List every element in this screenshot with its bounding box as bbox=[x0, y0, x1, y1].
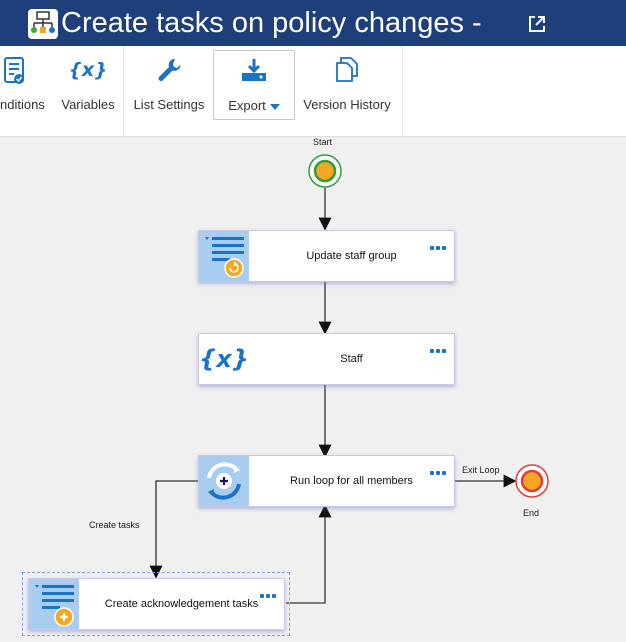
svg-text:{x}: {x} bbox=[71, 59, 105, 81]
node-label: Staff bbox=[340, 353, 363, 365]
version-history-button[interactable]: Version History bbox=[297, 46, 397, 136]
conditions-icon bbox=[4, 57, 24, 84]
ribbon-label-version-history: Version History bbox=[303, 97, 391, 112]
ribbon-label-conditions: nditions bbox=[0, 97, 45, 112]
workflow-node-run-loop[interactable]: Run loop for all members bbox=[198, 455, 455, 507]
workflow-node-staff[interactable]: {x} Staff bbox=[198, 333, 455, 385]
workflow-node-create-acknowledgement-tasks[interactable]: Create acknowledgement tasks bbox=[28, 578, 285, 630]
list-settings-button[interactable]: List Settings bbox=[127, 46, 211, 136]
flow-connectors bbox=[149, 154, 549, 604]
ribbon-label-variables: Variables bbox=[61, 97, 115, 112]
svg-text:{x}: {x} bbox=[199, 345, 249, 373]
workflow-icon bbox=[28, 9, 58, 39]
copy-pages-icon bbox=[336, 57, 358, 82]
more-options-icon[interactable] bbox=[430, 462, 448, 475]
download-icon bbox=[242, 59, 266, 81]
list-add-icon bbox=[29, 579, 79, 629]
ribbon-label-list-settings: List Settings bbox=[133, 97, 205, 112]
ribbon-separator bbox=[123, 46, 124, 136]
wrench-icon bbox=[158, 58, 181, 81]
variables-icon: {x} bbox=[199, 334, 249, 384]
ribbon-toolbar: nditions {x} Variables List Settings Exp… bbox=[0, 46, 626, 137]
end-label: End bbox=[523, 508, 540, 518]
more-options-icon[interactable] bbox=[430, 237, 448, 250]
export-button[interactable]: Export bbox=[213, 50, 295, 120]
popout-icon[interactable] bbox=[527, 14, 547, 34]
node-label: Run loop for all members bbox=[290, 475, 413, 487]
ribbon-separator bbox=[402, 46, 403, 136]
conditions-button[interactable]: nditions bbox=[0, 46, 50, 136]
create-tasks-label: Create tasks bbox=[89, 520, 140, 530]
variables-icon: {x} bbox=[71, 59, 105, 81]
start-event[interactable] bbox=[308, 154, 342, 188]
title-bar: Create tasks on policy changes - bbox=[0, 0, 626, 46]
variables-button[interactable]: {x} Variables bbox=[58, 46, 118, 136]
ribbon-label-export: Export bbox=[228, 98, 266, 113]
end-event[interactable] bbox=[515, 464, 549, 498]
exit-loop-label: Exit Loop bbox=[462, 465, 500, 475]
chevron-down-icon bbox=[269, 103, 280, 110]
loop-icon bbox=[199, 456, 249, 506]
start-label: Start bbox=[313, 137, 333, 147]
list-update-icon bbox=[199, 231, 249, 281]
workflow-node-update-staff-group[interactable]: Update staff group bbox=[198, 230, 455, 282]
more-options-icon[interactable] bbox=[260, 585, 278, 598]
node-label: Create acknowledgement tasks bbox=[104, 598, 259, 610]
more-options-icon[interactable] bbox=[430, 340, 448, 353]
node-label: Update staff group bbox=[306, 250, 397, 262]
page-title: Create tasks on policy changes - bbox=[61, 7, 482, 39]
